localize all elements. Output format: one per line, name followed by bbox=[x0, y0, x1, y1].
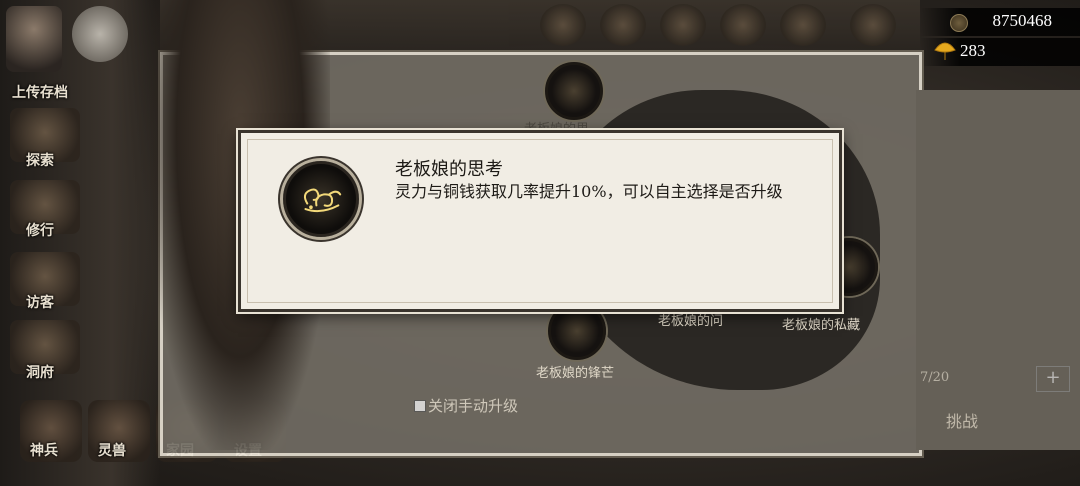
coin-counter: 8750468 bbox=[920, 8, 1080, 36]
swirl-icon bbox=[303, 188, 342, 213]
top-menu-icon[interactable] bbox=[780, 4, 826, 46]
top-menu-icon[interactable] bbox=[540, 4, 586, 46]
top-menu-icon[interactable] bbox=[720, 4, 766, 46]
bottom-nav-label: 神兵 bbox=[30, 443, 58, 459]
sidebar-item-label: 洞府 bbox=[26, 365, 54, 381]
tooltip-title: 老板娘的思考 bbox=[395, 159, 503, 180]
checkbox[interactable] bbox=[414, 399, 426, 412]
ginkgo-leaf-icon bbox=[934, 42, 956, 60]
skill-icon bbox=[283, 161, 359, 237]
sidebar-item-label: 访客 bbox=[26, 295, 54, 311]
tooltip-description: 灵力与铜钱获取几率提升10%，可以自主选择是否升级 bbox=[395, 182, 783, 201]
skill-node-label: 老板娘的锋芒 bbox=[536, 366, 615, 381]
bottom-nav-label: 灵兽 bbox=[98, 443, 126, 459]
top-menu-icon[interactable] bbox=[850, 4, 896, 46]
sidebar-item-label: 探索 bbox=[26, 153, 54, 169]
challenge-button[interactable] bbox=[916, 398, 1080, 440]
challenge-label: 挑战 bbox=[946, 412, 979, 431]
sidebar-item-label: 修行 bbox=[26, 223, 54, 239]
manual-upgrade-toggle[interactable]: 关闭手动升级 bbox=[414, 395, 518, 416]
manual-upgrade-label: 关闭手动升级 bbox=[428, 397, 519, 415]
skill-node-label: 老板娘的私藏 bbox=[782, 318, 861, 333]
plus-button[interactable]: + bbox=[1036, 366, 1070, 392]
skill-detail-panel bbox=[916, 90, 1080, 450]
ginkgo-value: 283 bbox=[960, 41, 986, 60]
coin-icon bbox=[950, 14, 968, 32]
player-avatar[interactable] bbox=[6, 6, 62, 72]
coin-value: 8750468 bbox=[992, 11, 1053, 30]
top-menu-icon[interactable] bbox=[660, 4, 706, 46]
level-counter: 7/20 bbox=[920, 370, 950, 385]
ginkgo-counter: 283 bbox=[920, 38, 1080, 66]
upload-save-label[interactable]: 上传存档 bbox=[12, 82, 68, 102]
skill-node-label: 老板娘的问 bbox=[658, 314, 724, 329]
skill-tooltip: 老板娘的思考 灵力与铜钱获取几率提升10%，可以自主选择是否升级 bbox=[238, 130, 842, 312]
skill-node[interactable] bbox=[545, 62, 603, 120]
top-menu-icon[interactable] bbox=[600, 4, 646, 46]
companion-avatar[interactable] bbox=[72, 6, 128, 62]
